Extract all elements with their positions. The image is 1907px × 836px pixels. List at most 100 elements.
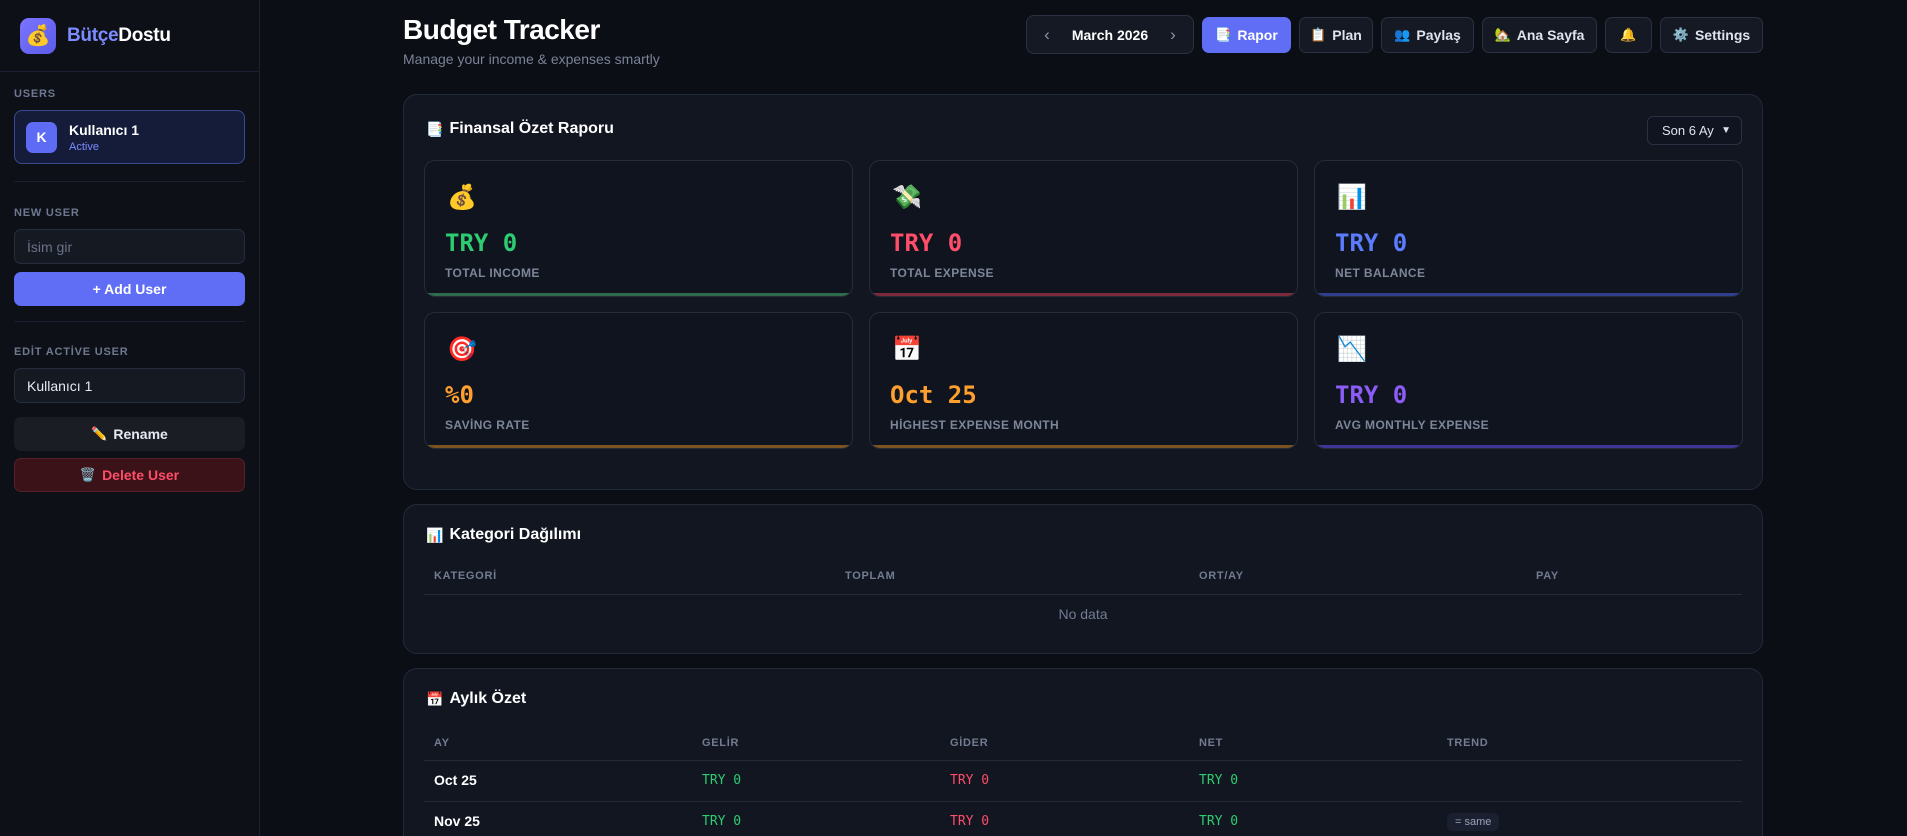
- people-icon: 👥: [1394, 27, 1411, 42]
- brand-name-part-2: Dostu: [118, 24, 171, 46]
- stat-accent-bar: [425, 445, 852, 448]
- stat-card-net-balance: 📊 TRY 0 NET BALANCE: [1314, 160, 1743, 297]
- period-select[interactable]: Son 6 Ay ▼: [1647, 116, 1742, 145]
- monthly-card: 📅 Aylık Özet AY GELİR GİDER NET TREND Oc…: [403, 668, 1763, 836]
- rapor-label: Rapor: [1237, 27, 1278, 43]
- ana-sayfa-button[interactable]: 🏡 Ana Sayfa: [1482, 17, 1597, 53]
- bar-chart-icon: 📊: [1337, 184, 1367, 211]
- rename-label: Rename: [113, 426, 168, 442]
- paylas-label: Paylaş: [1416, 27, 1461, 43]
- month-navigator: ‹ March 2026 ›: [1026, 15, 1194, 54]
- money-bag-icon: 💰: [447, 184, 477, 211]
- brand-name-part-1: Bütçe: [67, 24, 119, 46]
- calendar-icon: 📅: [426, 690, 444, 707]
- monthly-title-text: Aylık Özet: [449, 690, 527, 707]
- summary-card: 📑 Finansal Özet Raporu Son 6 Ay ▼ 💰 TRY …: [403, 94, 1763, 490]
- rapor-button[interactable]: 📑 Rapor: [1202, 17, 1291, 53]
- user-name: Kullanıcı 1: [69, 121, 140, 138]
- chart-decreasing-icon: 📉: [1337, 336, 1367, 363]
- paylas-button[interactable]: 👥 Paylaş: [1381, 17, 1474, 53]
- stat-label: TOTAL INCOME: [445, 266, 540, 280]
- column-header-trend[interactable]: TREND: [1447, 737, 1488, 749]
- bell-icon: 🔔: [1620, 27, 1637, 42]
- stat-label: AVG MONTHLY EXPENSE: [1335, 418, 1490, 432]
- gear-icon: ⚙️: [1672, 27, 1689, 42]
- table-divider: [424, 594, 1742, 595]
- column-header-gider[interactable]: GİDER: [950, 737, 988, 749]
- stat-accent-bar: [425, 293, 852, 296]
- column-header-toplam[interactable]: TOPLAM: [845, 570, 895, 582]
- summary-title: 📑 Finansal Özet Raporu: [426, 120, 614, 138]
- row-income: TRY 0: [702, 814, 742, 829]
- stat-accent-bar: [1315, 293, 1742, 296]
- stat-value: TRY 0: [1335, 381, 1408, 409]
- stat-card-total-income: 💰 TRY 0 TOTAL INCOME: [424, 160, 853, 297]
- row-net: TRY 0: [1199, 814, 1239, 829]
- brand[interactable]: 💰 BütçeDostu: [0, 0, 259, 72]
- row-net: TRY 0: [1199, 773, 1239, 788]
- monthly-title: 📅 Aylık Özet: [426, 690, 526, 708]
- stat-accent-bar: [1315, 445, 1742, 448]
- notifications-button[interactable]: 🔔: [1605, 17, 1652, 53]
- page-subtitle: Manage your income & expenses smartly: [403, 51, 660, 67]
- column-header-kategori[interactable]: KATEGORİ: [434, 570, 497, 582]
- add-user-button[interactable]: + Add User: [14, 272, 245, 306]
- calendar-icon: 📅: [892, 336, 922, 363]
- delete-user-button[interactable]: 🗑️ Delete User: [14, 458, 245, 492]
- stat-card-total-expense: 💸 TRY 0 TOTAL EXPENSE: [869, 160, 1298, 297]
- stat-label: SAVİNG RATE: [445, 418, 530, 432]
- trend-badge: = same: [1447, 813, 1500, 831]
- pencil-icon: ✏️: [91, 426, 108, 441]
- stat-card-saving-rate: 🎯 %0 SAVİNG RATE: [424, 312, 853, 449]
- column-header-ort-ay[interactable]: ORT/AY: [1199, 570, 1244, 582]
- period-value: Son 6 Ay: [1662, 123, 1714, 138]
- user-card-active[interactable]: K Kullanıcı 1 Active: [14, 110, 245, 164]
- plan-label: Plan: [1332, 27, 1362, 43]
- new-user-section-label: NEW USER: [14, 207, 80, 219]
- ana-sayfa-label: Ana Sayfa: [1516, 27, 1585, 43]
- column-header-gelir[interactable]: GELİR: [702, 737, 739, 749]
- edit-user-name-input[interactable]: [14, 368, 245, 403]
- category-card: 📊 Kategori Dağılımı KATEGORİ TOPLAM ORT/…: [403, 504, 1763, 654]
- edit-user-section-label: EDİT ACTİVE USER: [14, 346, 129, 358]
- brand-name: BütçeDostu: [67, 25, 171, 47]
- plan-button[interactable]: 📋 Plan: [1299, 17, 1373, 53]
- target-icon: 🎯: [447, 336, 477, 363]
- summary-title-text: Finansal Özet Raporu: [449, 120, 614, 137]
- chevron-left-icon[interactable]: ‹: [1037, 25, 1057, 45]
- stat-label: TOTAL EXPENSE: [890, 266, 994, 280]
- column-header-ay[interactable]: AY: [434, 737, 450, 749]
- column-header-net[interactable]: NET: [1199, 737, 1223, 749]
- new-user-name-input[interactable]: [14, 229, 245, 264]
- row-income: TRY 0: [702, 773, 742, 788]
- empty-state: No data: [1058, 606, 1108, 622]
- house-icon: 🏡: [1494, 27, 1511, 42]
- settings-button[interactable]: ⚙️ Settings: [1660, 17, 1763, 53]
- stat-label: NET BALANCE: [1335, 266, 1426, 280]
- stat-accent-bar: [870, 293, 1297, 296]
- stat-card-highest-expense-month: 📅 Oct 25 HİGHEST EXPENSE MONTH: [869, 312, 1298, 449]
- money-bag-icon: 💰: [20, 17, 56, 54]
- chevron-down-icon: ▼: [1721, 125, 1731, 136]
- table-divider: [424, 760, 1742, 761]
- page-title: Budget Tracker: [403, 14, 600, 45]
- row-expense: TRY 0: [950, 773, 990, 788]
- avatar: K: [26, 121, 57, 153]
- settings-label: Settings: [1694, 27, 1751, 43]
- table-divider: [424, 801, 1742, 802]
- stat-label: HİGHEST EXPENSE MONTH: [890, 418, 1060, 432]
- row-month: Oct 25: [434, 772, 477, 788]
- stat-accent-bar: [870, 445, 1297, 448]
- chevron-right-icon[interactable]: ›: [1163, 25, 1183, 45]
- plan-icon: 📋: [1310, 27, 1327, 42]
- stat-value: TRY 0: [1335, 229, 1408, 257]
- bar-chart-icon: 📊: [426, 526, 444, 543]
- users-section-label: USERS: [14, 88, 56, 100]
- report-icon: 📑: [1215, 27, 1232, 42]
- row-expense: TRY 0: [950, 814, 990, 829]
- stat-value: TRY 0: [890, 229, 963, 257]
- rename-button[interactable]: ✏️ Rename: [14, 417, 245, 451]
- column-header-pay[interactable]: PAY: [1536, 570, 1559, 582]
- stat-card-avg-monthly-expense: 📉 TRY 0 AVG MONTHLY EXPENSE: [1314, 312, 1743, 449]
- sidebar: 💰 BütçeDostu USERS K Kullanıcı 1 Active …: [0, 0, 260, 836]
